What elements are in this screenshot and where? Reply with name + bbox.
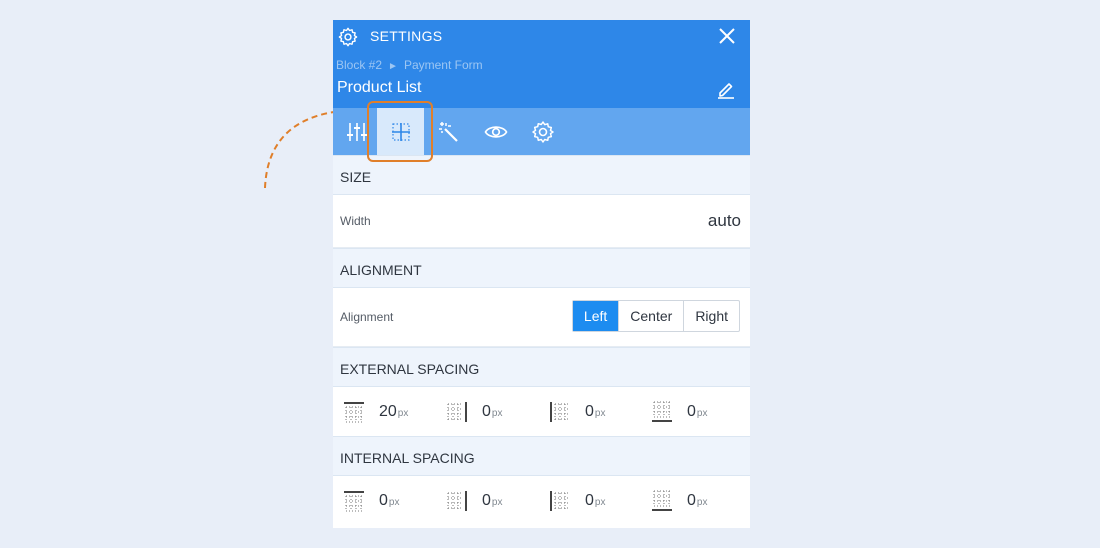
external-spacing-top[interactable]: 20 px [343,387,408,436]
internal-spacing-bottom[interactable]: 0 px [651,476,707,525]
tab-highlight-box [367,101,433,162]
sliders-icon [346,122,367,141]
settings-panel: SETTINGS Block #2 ► Payment Form Product L… [333,20,750,528]
block-name: Product List [337,79,422,96]
spacing-left-icon [550,401,569,422]
external-spacing-row: 20 px 0 px 0 px 0 px [333,387,750,436]
external-spacing-left[interactable]: 0 px [549,387,605,436]
tab-settings[interactable] [519,108,566,155]
spacing-left-icon [550,490,569,511]
internal-spacing-right[interactable]: 0 px [446,476,502,525]
breadcrumb-item-form[interactable]: Payment Form [404,58,483,72]
breadcrumb: Block #2 ► Payment Form [336,58,483,72]
tab-visibility[interactable] [472,108,519,155]
spacing-top-icon [344,490,364,511]
eye-icon [484,125,507,138]
pencil-icon[interactable] [716,79,736,99]
spacing-bottom-icon [652,401,672,422]
section-external-spacing: EXTERNAL SPACING [333,347,750,387]
alignment-row: Alignment Left Center Right [333,288,750,347]
internal-spacing-left[interactable]: 0 px [549,476,605,525]
section-alignment: ALIGNMENT [333,248,750,288]
alignment-segmented-control: Left Center Right [571,300,740,332]
align-center-button[interactable]: Center [618,301,683,331]
spacing-right-icon [447,490,467,511]
close-icon[interactable] [718,27,736,45]
magic-wand-icon [438,121,458,142]
breadcrumb-separator: ► [388,61,398,72]
spacing-top-icon [344,401,364,422]
width-row: Width auto [333,195,750,248]
panel-header: SETTINGS Block #2 ► Payment Form Product L… [333,20,750,108]
spacing-bottom-icon [652,490,672,511]
section-internal-spacing: INTERNAL SPACING [333,436,750,476]
width-label: Width [340,214,371,228]
gear-icon [338,27,358,47]
width-value[interactable]: auto [708,211,741,231]
align-left-button[interactable]: Left [572,301,619,331]
internal-spacing-top[interactable]: 0 px [343,476,399,525]
breadcrumb-item-block[interactable]: Block #2 [336,58,382,72]
gear-icon [531,120,554,143]
panel-title: SETTINGS [370,28,443,44]
internal-spacing-row: 0 px 0 px 0 px 0 px [333,476,750,525]
spacing-right-icon [447,401,467,422]
external-spacing-right[interactable]: 0 px [446,387,502,436]
external-spacing-bottom[interactable]: 0 px [651,387,707,436]
alignment-label: Alignment [340,310,394,324]
align-right-button[interactable]: Right [683,301,739,331]
